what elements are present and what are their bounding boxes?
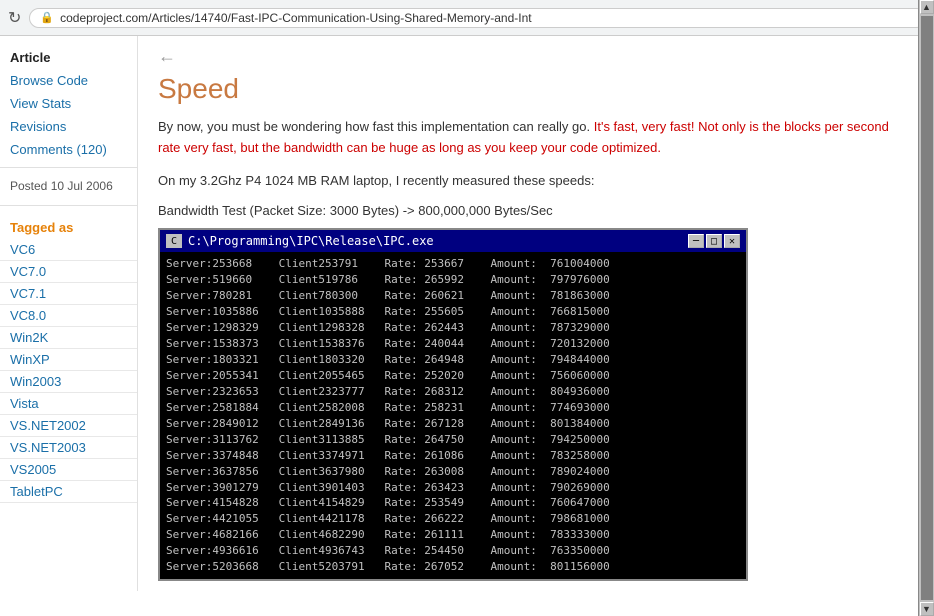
lock-icon: 🔒: [40, 11, 54, 24]
second-paragraph: On my 3.2Ghz P4 1024 MB RAM laptop, I re…: [158, 171, 914, 192]
console-title-text: C:\Programming\IPC\Release\IPC.exe: [188, 234, 434, 248]
sidebar-divider: [0, 167, 137, 168]
tag-vc6[interactable]: VC6: [0, 239, 137, 261]
sidebar-divider-2: [0, 205, 137, 206]
browser-bar: ↻ 🔒 codeproject.com/Articles/14740/Fast-…: [0, 0, 934, 36]
tag-vc80[interactable]: VC8.0: [0, 305, 137, 327]
main-content: ← Speed By now, you must be wondering ho…: [138, 36, 934, 591]
console-window-buttons: ─ □ ✕: [688, 234, 740, 248]
address-bar[interactable]: 🔒 codeproject.com/Articles/14740/Fast-IP…: [29, 8, 926, 28]
console-window: C C:\Programming\IPC\Release\IPC.exe ─ □…: [158, 228, 748, 581]
tag-vista[interactable]: Vista: [0, 393, 137, 415]
sidebar-posted: Posted 10 Jul 2006: [0, 174, 137, 199]
tag-vc70[interactable]: VC7.0: [0, 261, 137, 283]
console-icon: C: [166, 234, 182, 248]
tag-vc71[interactable]: VC7.1: [0, 283, 137, 305]
tag-win2k[interactable]: Win2K: [0, 327, 137, 349]
tag-tabletpc[interactable]: TabletPC: [0, 481, 137, 503]
tag-vsnet2003[interactable]: VS.NET2003: [0, 437, 137, 459]
console-body: Server:253668 Client253791 Rate: 253667 …: [160, 252, 746, 579]
page-heading: Speed: [158, 73, 914, 105]
console-titlebar: C C:\Programming\IPC\Release\IPC.exe ─ □…: [160, 230, 746, 252]
intro-paragraph: By now, you must be wondering how fast t…: [158, 117, 914, 159]
highlight-text: It's fast, very fast! Not only is the bl…: [158, 119, 889, 155]
sidebar-item-view-stats[interactable]: View Stats: [0, 92, 137, 115]
scrollbar-thumb[interactable]: [921, 36, 933, 591]
close-button[interactable]: ✕: [724, 234, 740, 248]
tag-win2003[interactable]: Win2003: [0, 371, 137, 393]
minimize-button[interactable]: ─: [688, 234, 704, 248]
console-title-left: C C:\Programming\IPC\Release\IPC.exe: [166, 234, 434, 248]
sidebar-item-revisions[interactable]: Revisions: [0, 115, 137, 138]
tag-winxp[interactable]: WinXP: [0, 349, 137, 371]
restore-button[interactable]: □: [706, 234, 722, 248]
bandwidth-label: Bandwidth Test (Packet Size: 3000 Bytes)…: [158, 203, 914, 218]
back-arrow-icon[interactable]: ←: [158, 46, 176, 67]
article-section-title: Article: [0, 44, 137, 69]
sidebar-item-browse-code[interactable]: Browse Code: [0, 69, 137, 92]
sidebar-item-comments[interactable]: Comments (120): [0, 138, 137, 161]
sidebar: Article Browse Code View Stats Revisions…: [0, 36, 138, 591]
tag-vs2005[interactable]: VS2005: [0, 459, 137, 481]
console-scrollbar[interactable]: ▲ ▼: [918, 36, 934, 591]
url-text: codeproject.com/Articles/14740/Fast-IPC-…: [60, 11, 532, 25]
page-layout: Article Browse Code View Stats Revisions…: [0, 36, 934, 591]
console-output: Server:253668 Client253791 Rate: 253667 …: [166, 256, 740, 575]
tagged-as-title: Tagged as: [0, 212, 137, 239]
refresh-icon[interactable]: ↻: [8, 8, 21, 28]
tag-vsnet2002[interactable]: VS.NET2002: [0, 415, 137, 437]
console-wrapper: Server:253668 Client253791 Rate: 253667 …: [160, 252, 746, 579]
